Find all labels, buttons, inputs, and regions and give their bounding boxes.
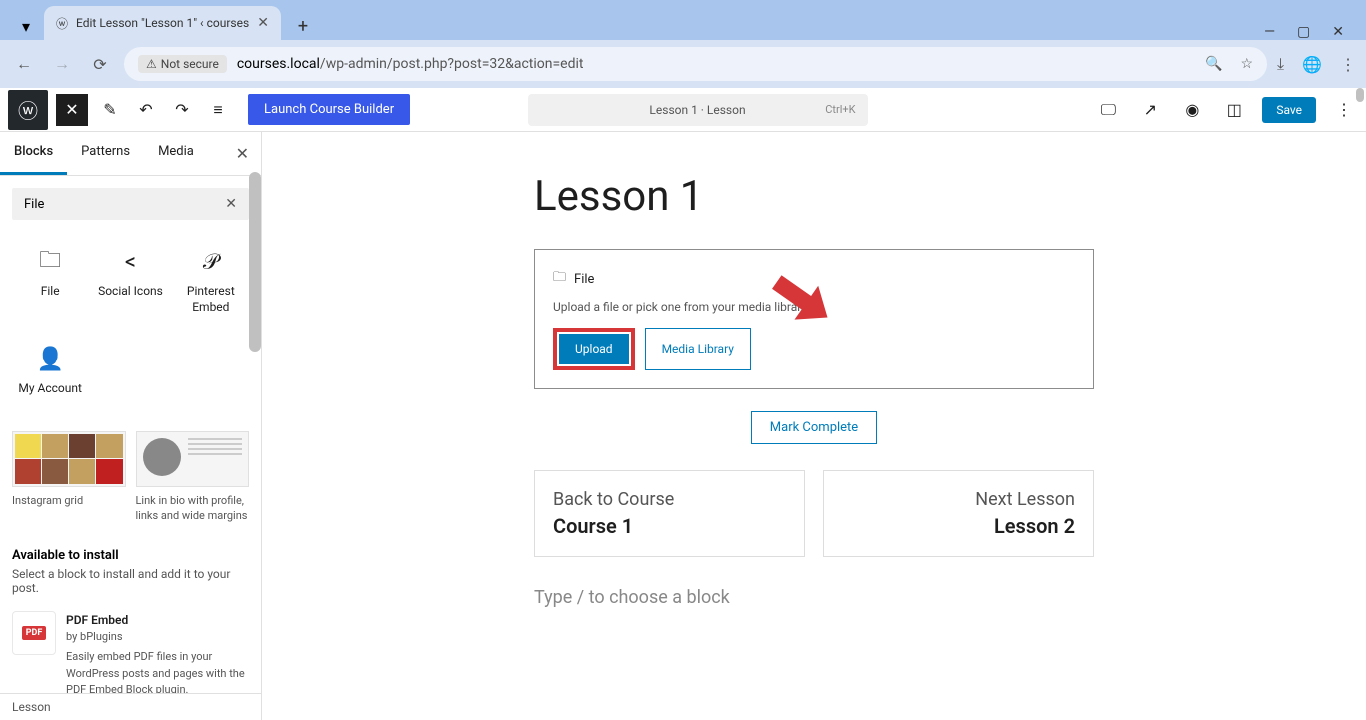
address-bar-row: ← → ⟳ ⚠ Not secure courses.local/wp-admi… [0, 40, 1366, 88]
launch-course-builder-button[interactable]: Launch Course Builder [248, 94, 410, 125]
search-input[interactable] [24, 197, 225, 212]
save-button[interactable]: Save [1262, 97, 1316, 123]
account-icon: 👤 [36, 347, 63, 371]
pattern-instagram-grid[interactable]: Instagram grid [12, 431, 126, 524]
main-area: Blocks Patterns Media ✕ ✕ 🗀 File < Socia… [0, 132, 1366, 720]
redo-icon[interactable]: ↷ [168, 96, 196, 124]
list-view-icon[interactable]: ≡ [204, 96, 232, 124]
inserter-body: ✕ 🗀 File < Social Icons 𝒫 Pinterest Embe… [0, 176, 261, 693]
media-library-button[interactable]: Media Library [645, 328, 751, 370]
maximize-icon[interactable]: ▢ [1297, 24, 1310, 40]
extension-icon[interactable]: 🌐 [1302, 55, 1322, 74]
pattern-results: Instagram grid Link in bio with profile,… [12, 431, 249, 524]
browser-tab-active[interactable]: ⓦ Edit Lesson "Lesson 1" ‹ courses ✕ [44, 6, 281, 40]
downloads-icon[interactable]: ⤓ [1277, 54, 1284, 74]
block-results-grid: 🗀 File < Social Icons 𝒫 Pinterest Embed … [12, 236, 249, 411]
sidebar-scrollbar[interactable] [249, 172, 261, 352]
install-section-title: Available to install [12, 548, 249, 563]
close-inserter-icon[interactable]: ✕ [224, 132, 261, 175]
mark-complete-button[interactable]: Mark Complete [751, 411, 877, 444]
sidebar-breadcrumb[interactable]: Lesson [0, 693, 261, 720]
clear-search-icon[interactable]: ✕ [225, 196, 237, 212]
window-controls: — ▢ ✕ [1264, 24, 1358, 40]
forward-button[interactable]: → [48, 50, 76, 78]
block-social-icons[interactable]: < Social Icons [92, 236, 168, 329]
document-title-bar[interactable]: Lesson 1 · Lesson Ctrl+K [528, 94, 868, 126]
block-inserter-sidebar: Blocks Patterns Media ✕ ✕ 🗀 File < Socia… [0, 132, 262, 720]
pdf-icon: PDF [12, 611, 56, 655]
view-icon[interactable]: 🖵 [1094, 96, 1122, 124]
browser-menu-icon[interactable]: ⋮ [1340, 55, 1356, 74]
page-title[interactable]: Lesson 1 [534, 172, 1094, 221]
new-tab-button[interactable]: + [289, 12, 317, 40]
install-item-pdf-embed[interactable]: PDF PDF Embed by bPlugins Easily embed P… [12, 611, 249, 693]
security-badge[interactable]: ⚠ Not secure [138, 55, 227, 73]
upload-button[interactable]: Upload [559, 334, 629, 364]
folder-icon: 🗀 [553, 268, 566, 290]
minimize-icon[interactable]: — [1264, 24, 1275, 40]
bookmark-star-icon[interactable]: ☆ [1240, 56, 1253, 72]
close-window-icon[interactable]: ✕ [1332, 24, 1344, 40]
block-my-account[interactable]: 👤 My Account [12, 333, 88, 411]
wp-editor-toolbar: ⓦ ✕ ✎ ↶ ↷ ≡ Launch Course Builder Lesson… [0, 88, 1366, 132]
astra-icon[interactable]: ◉ [1178, 96, 1206, 124]
zoom-icon[interactable]: 🔍 [1205, 56, 1222, 72]
block-pinterest-embed[interactable]: 𝒫 Pinterest Embed [173, 236, 249, 329]
wordpress-logo[interactable]: ⓦ [8, 90, 48, 130]
tab-media[interactable]: Media [144, 132, 208, 175]
tab-blocks[interactable]: Blocks [0, 132, 67, 175]
pattern-link-in-bio[interactable]: Link in bio with profile, links and wide… [136, 431, 250, 524]
page-scrollbar[interactable] [1356, 88, 1364, 102]
warning-icon: ⚠ [146, 57, 157, 71]
close-inserter-button[interactable]: ✕ [56, 94, 88, 126]
block-appender-prompt[interactable]: Type / to choose a block [534, 587, 1094, 608]
options-menu-icon[interactable]: ⋮ [1330, 96, 1358, 124]
editor-canvas[interactable]: Lesson 1 🗀 File Upload a file or pick on… [262, 132, 1366, 720]
browser-chrome: ▾ ⓦ Edit Lesson "Lesson 1" ‹ courses ✕ +… [0, 0, 1366, 88]
pattern-thumbnail [12, 431, 126, 487]
edit-tool-icon[interactable]: ✎ [96, 96, 124, 124]
back-to-course-card[interactable]: Back to Course Course 1 [534, 470, 805, 557]
address-bar[interactable]: ⚠ Not secure courses.local/wp-admin/post… [124, 47, 1267, 81]
url-text: courses.local/wp-admin/post.php?post=32&… [237, 56, 584, 72]
block-search-box[interactable]: ✕ [12, 188, 249, 220]
pattern-thumbnail [136, 431, 250, 487]
file-block-header: 🗀 File [553, 268, 1075, 290]
sidebar-toggle-icon[interactable]: ◫ [1220, 96, 1248, 124]
pinterest-icon: 𝒫 [203, 250, 219, 274]
available-to-install: Available to install Select a block to i… [12, 548, 249, 693]
reload-button[interactable]: ⟳ [86, 50, 114, 78]
wordpress-favicon: ⓦ [56, 15, 68, 32]
annotation-highlight: Upload [553, 328, 635, 370]
file-block-description: Upload a file or pick one from your medi… [553, 300, 1075, 314]
block-file[interactable]: 🗀 File [12, 236, 88, 329]
inserter-tabs: Blocks Patterns Media ✕ [0, 132, 261, 176]
shortcut-hint: Ctrl+K [825, 103, 855, 116]
external-link-icon[interactable]: ↗ [1136, 96, 1164, 124]
file-block-placeholder: 🗀 File Upload a file or pick one from yo… [534, 249, 1094, 389]
undo-icon[interactable]: ↶ [132, 96, 160, 124]
folder-icon: 🗀 [39, 250, 61, 274]
lesson-nav: Back to Course Course 1 Next Lesson Less… [534, 470, 1094, 557]
tab-search-dropdown[interactable]: ▾ [12, 12, 40, 40]
install-section-subtitle: Select a block to install and add it to … [12, 567, 249, 595]
next-lesson-card[interactable]: Next Lesson Lesson 2 [823, 470, 1094, 557]
tab-title: Edit Lesson "Lesson 1" ‹ courses [76, 16, 249, 30]
tab-patterns[interactable]: Patterns [67, 132, 144, 175]
tab-bar: ▾ ⓦ Edit Lesson "Lesson 1" ‹ courses ✕ +… [0, 0, 1366, 40]
tab-close-icon[interactable]: ✕ [257, 15, 269, 31]
share-icon: < [125, 250, 136, 274]
back-button[interactable]: ← [10, 50, 38, 78]
